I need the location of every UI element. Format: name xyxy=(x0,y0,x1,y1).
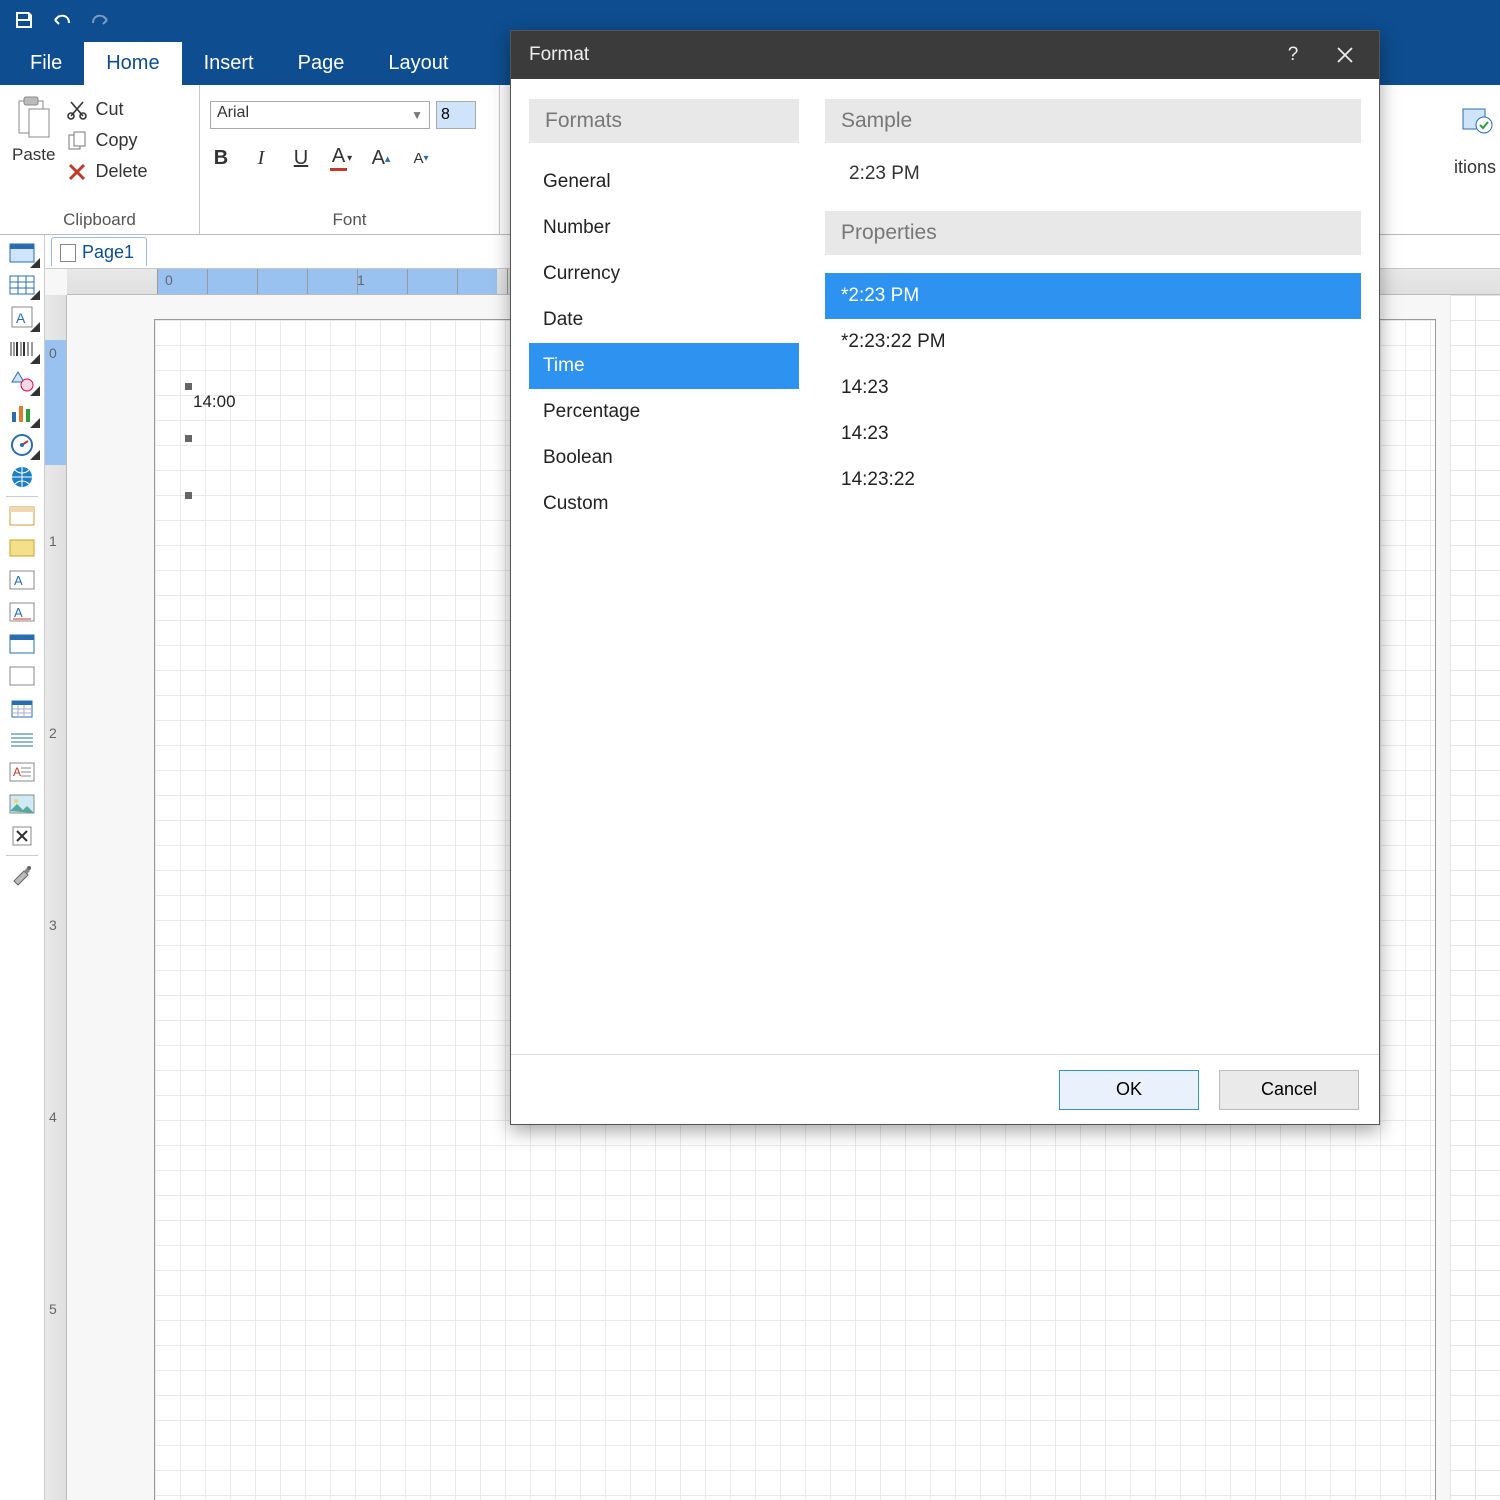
format-item-percentage[interactable]: Percentage xyxy=(529,389,799,435)
properties-list: *2:23 PM*2:23:22 PM14:2314:2314:23:22 xyxy=(825,273,1361,503)
cancel-button[interactable]: Cancel xyxy=(1219,1070,1359,1110)
format-dialog: Format ? Formats GeneralNumberCurrencyDa… xyxy=(510,30,1380,1125)
close-icon[interactable] xyxy=(1329,39,1361,71)
format-item-number[interactable]: Number xyxy=(529,205,799,251)
properties-header: Properties xyxy=(825,211,1361,255)
ok-button[interactable]: OK xyxy=(1059,1070,1199,1110)
sample-header: Sample xyxy=(825,99,1361,143)
format-item-currency[interactable]: Currency xyxy=(529,251,799,297)
dialog-title-text: Format xyxy=(529,44,589,66)
format-item-custom[interactable]: Custom xyxy=(529,481,799,527)
formats-list: GeneralNumberCurrencyDateTimePercentageB… xyxy=(529,159,799,527)
help-icon[interactable]: ? xyxy=(1277,39,1309,71)
property-item-0[interactable]: *2:23 PM xyxy=(825,273,1361,319)
format-item-date[interactable]: Date xyxy=(529,297,799,343)
format-item-general[interactable]: General xyxy=(529,159,799,205)
property-item-1[interactable]: *2:23:22 PM xyxy=(825,319,1361,365)
formats-header: Formats xyxy=(529,99,799,143)
format-item-time[interactable]: Time xyxy=(529,343,799,389)
dialog-footer: OK Cancel xyxy=(511,1054,1379,1124)
modal-overlay: Format ? Formats GeneralNumberCurrencyDa… xyxy=(0,0,1500,1500)
property-item-3[interactable]: 14:23 xyxy=(825,411,1361,457)
property-item-4[interactable]: 14:23:22 xyxy=(825,457,1361,503)
dialog-titlebar[interactable]: Format ? xyxy=(511,31,1379,79)
format-item-boolean[interactable]: Boolean xyxy=(529,435,799,481)
sample-value: 2:23 PM xyxy=(825,143,1361,211)
property-item-2[interactable]: 14:23 xyxy=(825,365,1361,411)
